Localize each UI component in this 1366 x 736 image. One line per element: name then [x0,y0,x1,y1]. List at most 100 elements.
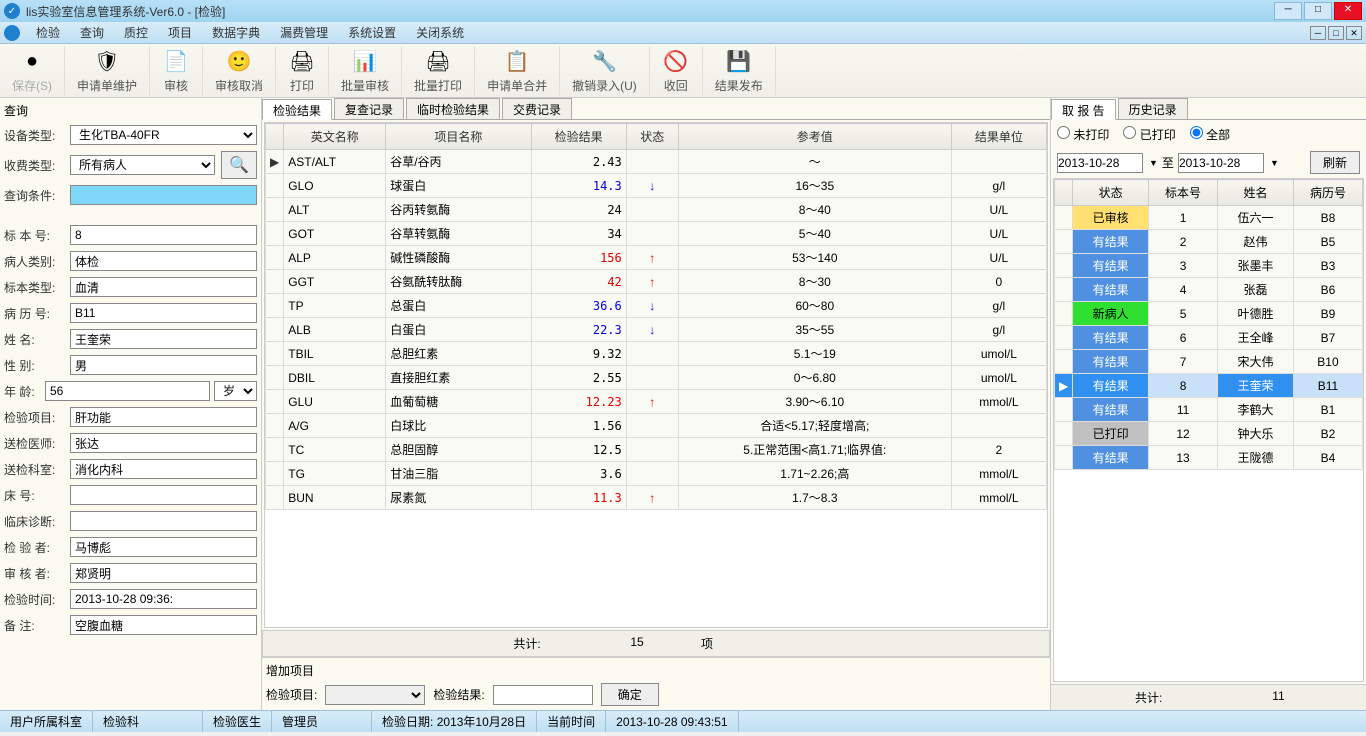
radio-unprint[interactable]: 未打印 [1057,126,1109,143]
report-grid[interactable]: 状态标本号姓名病历号 已审核 1 伍六一 B8 有结果 2 赵伟 B5 有结果 … [1053,178,1364,682]
report-row[interactable]: 有结果 13 王陇德 B4 [1055,446,1363,470]
report-row[interactable]: 有结果 6 王全峰 B7 [1055,326,1363,350]
age-unit[interactable]: 岁 [214,381,257,401]
pf-input[interactable] [70,329,257,349]
pf-input[interactable] [70,511,257,531]
pf-input[interactable] [70,537,257,557]
report-row[interactable]: 有结果 3 张墨丰 B3 [1055,254,1363,278]
tab-临时检验结果[interactable]: 临时检验结果 [406,98,500,119]
col-项目名称[interactable]: 项目名称 [386,124,531,150]
menu-数据字典[interactable]: 数据字典 [202,22,270,43]
add-confirm-button[interactable]: 确定 [601,683,659,706]
tb-批量打印[interactable]: 🖨批量打印 [402,46,475,96]
tb-审核取消[interactable]: 🙂审核取消 [203,46,276,96]
device-select[interactable]: 生化TBA-40FR [70,125,257,145]
col-英文名称[interactable]: 英文名称 [284,124,386,150]
grid-row[interactable]: GLU 血葡萄糖 12.23 ↑ 3.90～6.10 mmol/L [266,390,1047,414]
mdi-min-button[interactable]: ─ [1310,26,1326,40]
report-row[interactable]: 有结果 2 赵伟 B5 [1055,230,1363,254]
report-row[interactable]: 有结果 7 宋大伟 B10 [1055,350,1363,374]
grid-row[interactable]: TG 甘油三脂 3.6 1.71~2.26;高 mmol/L [266,462,1047,486]
add-proj-select[interactable] [325,685,425,705]
mdi-close-button[interactable]: ✕ [1346,26,1362,40]
menu-系统设置[interactable]: 系统设置 [338,22,406,43]
maximize-button[interactable]: □ [1304,2,1332,20]
result-grid[interactable]: 英文名称项目名称检验结果状态参考值结果单位 ▶ AST/ALT 谷草/谷丙 2.… [264,122,1048,628]
add-result-input[interactable] [493,685,593,705]
tb-申请单维护[interactable]: 🛡申请单维护 [65,46,150,96]
grid-row[interactable]: GOT 谷草转氨酶 34 5～40 U/L [266,222,1047,246]
pf-input[interactable] [70,615,257,635]
refresh-button[interactable]: 刷新 [1310,151,1360,174]
pf-input[interactable] [70,251,257,271]
pf-input[interactable] [70,277,257,297]
pf-input[interactable] [70,563,257,583]
col-检验结果[interactable]: 检验结果 [531,124,626,150]
col-结果单位[interactable]: 结果单位 [951,124,1046,150]
tb-撤销录入(U)[interactable]: 🔧撤销录入(U) [560,46,650,96]
grid-row[interactable]: TP 总蛋白 36.6 ↓ 60～80 g/l [266,294,1047,318]
report-row[interactable]: 已审核 1 伍六一 B8 [1055,206,1363,230]
report-row[interactable]: 有结果 11 李鹤大 B1 [1055,398,1363,422]
pf-input[interactable] [70,303,257,323]
menu-查询[interactable]: 查询 [70,22,114,43]
rcol-姓名[interactable]: 姓名 [1218,180,1294,206]
tb-打印[interactable]: 🖨打印 [276,46,329,96]
grid-row[interactable]: TC 总胆固醇 12.5 5.正常范围<高1.71;临界值: 2 [266,438,1047,462]
fee-select[interactable]: 所有病人 [70,155,215,175]
pf-input[interactable] [70,355,257,375]
cond-input[interactable] [70,185,257,205]
grid-row[interactable]: TBIL 总胆红素 9.32 5.1～19 umol/L [266,342,1047,366]
grid-row[interactable]: GLO 球蛋白 14.3 ↓ 16～35 g/l [266,174,1047,198]
grid-row[interactable]: BUN 尿素氮 11.3 ↑ 1.7～8.3 mmol/L [266,486,1047,510]
menu-质控[interactable]: 质控 [114,22,158,43]
grid-row[interactable]: DBIL 直接胆红素 2.55 0～6.80 umol/L [266,366,1047,390]
pf-input[interactable] [70,459,257,479]
report-row[interactable]: ▶ 有结果 8 王奎荣 B11 [1055,374,1363,398]
search-button[interactable]: 🔍 [221,151,257,179]
close-button[interactable]: ✕ [1334,2,1362,20]
pf-input[interactable] [45,381,210,401]
tb-审核[interactable]: 📄审核 [150,46,203,96]
pf-label: 检 验 者: [4,539,70,556]
menu-检验[interactable]: 检验 [26,22,70,43]
pf-input[interactable] [70,589,257,609]
rcol-状态[interactable]: 状态 [1073,180,1149,206]
pf-input[interactable] [70,407,257,427]
radio-printed[interactable]: 已打印 [1123,126,1175,143]
grid-row[interactable]: ▶ AST/ALT 谷草/谷丙 2.43 ～ [266,150,1047,174]
rcol-标本号[interactable]: 标本号 [1149,180,1218,206]
pf-input[interactable] [70,225,257,245]
grid-row[interactable]: A/G 白球比 1.56 合适<5.17;轻度增高; [266,414,1047,438]
grid-row[interactable]: ALB 白蛋白 22.3 ↓ 35～55 g/l [266,318,1047,342]
minimize-button[interactable]: ─ [1274,2,1302,20]
report-row[interactable]: 新病人 5 叶德胜 B9 [1055,302,1363,326]
pf-input[interactable] [70,433,257,453]
tb-保存(S)[interactable]: ●保存(S) [0,46,65,96]
report-row[interactable]: 已打印 12 钟大乐 B2 [1055,422,1363,446]
menu-关闭系统[interactable]: 关闭系统 [406,22,474,43]
report-row[interactable]: 有结果 4 张磊 B6 [1055,278,1363,302]
col-状态[interactable]: 状态 [626,124,678,150]
rcol-病历号[interactable]: 病历号 [1293,180,1362,206]
tab-交费记录[interactable]: 交费记录 [502,98,572,119]
tab-检验结果[interactable]: 检验结果 [262,99,332,120]
date-to[interactable] [1178,153,1264,173]
date-from[interactable] [1057,153,1143,173]
mdi-max-button[interactable]: □ [1328,26,1344,40]
tb-结果发布[interactable]: 💾结果发布 [703,46,776,96]
pf-input[interactable] [70,485,257,505]
menu-漏费管理[interactable]: 漏费管理 [270,22,338,43]
tb-收回[interactable]: 🚫收回 [650,46,703,96]
radio-all[interactable]: 全部 [1190,126,1230,143]
rtab-历史记录[interactable]: 历史记录 [1118,98,1188,119]
tb-批量审核[interactable]: 📊批量审核 [329,46,402,96]
menu-项目[interactable]: 项目 [158,22,202,43]
tab-复查记录[interactable]: 复查记录 [334,98,404,119]
grid-row[interactable]: ALP 碱性磷酸酶 156 ↑ 53～140 U/L [266,246,1047,270]
grid-row[interactable]: GGT 谷氨酰转肽酶 42 ↑ 8～30 0 [266,270,1047,294]
col-参考值[interactable]: 参考值 [678,124,951,150]
tb-申请单合并[interactable]: 📋申请单合并 [475,46,560,96]
grid-row[interactable]: ALT 谷丙转氨酶 24 8～40 U/L [266,198,1047,222]
rtab-取 报 告[interactable]: 取 报 告 [1051,99,1116,120]
